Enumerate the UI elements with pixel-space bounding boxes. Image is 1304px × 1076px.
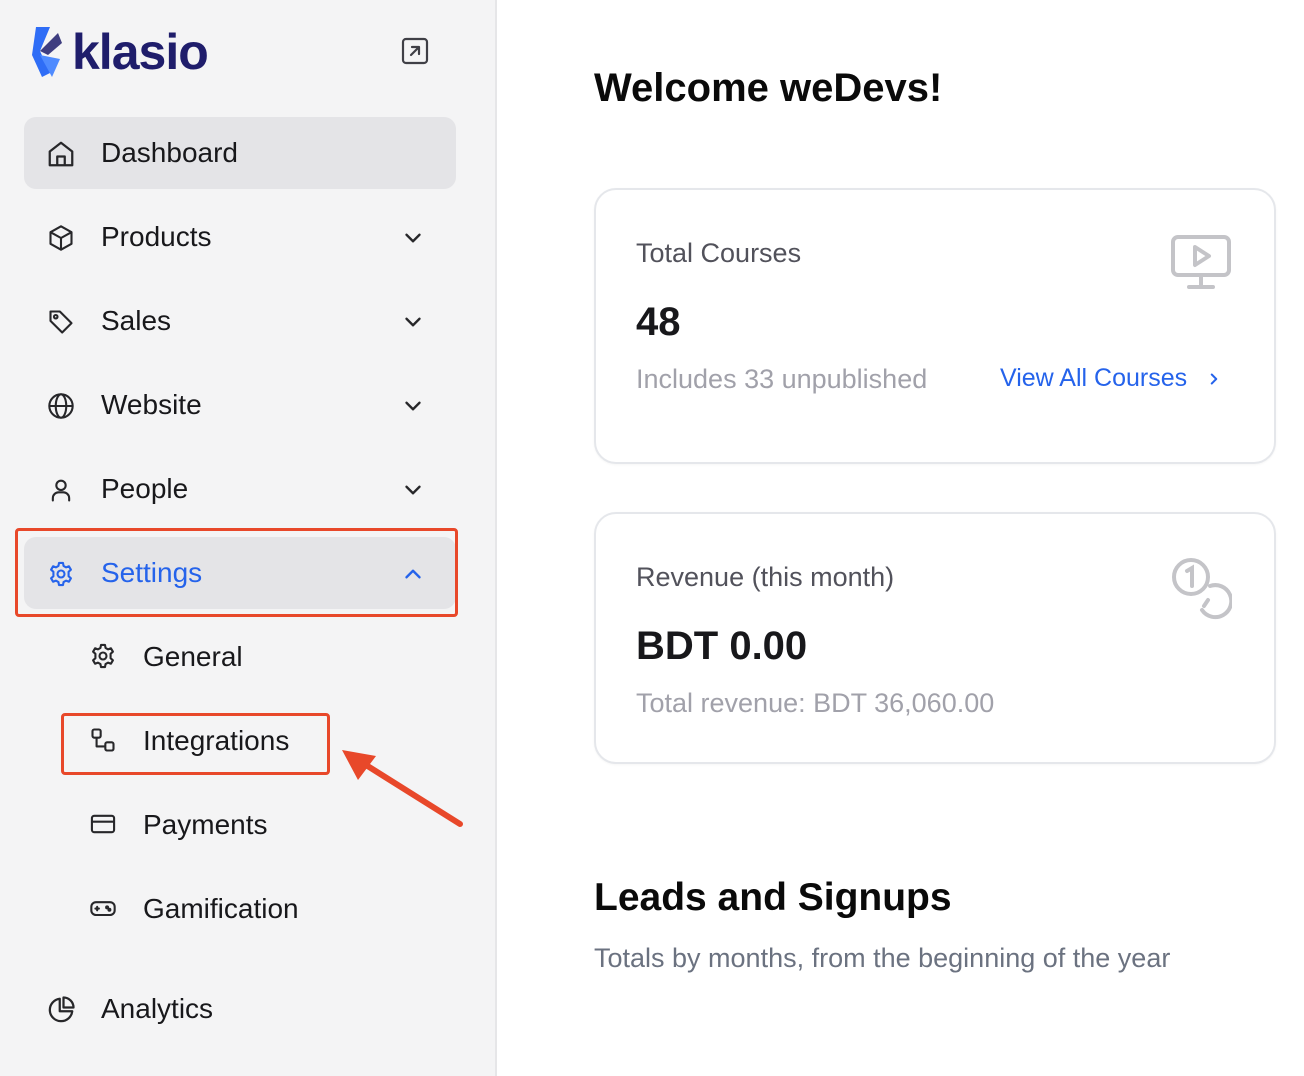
sidebar-subitem-payments[interactable]: Payments bbox=[62, 793, 330, 857]
sidebar-item-label: Products bbox=[101, 221, 212, 252]
gear-icon bbox=[46, 559, 76, 589]
sidebar-item-label: Sales bbox=[101, 305, 172, 336]
sidebar-item-settings[interactable]: Settings bbox=[24, 537, 456, 609]
sidebar-subitem-label: Payments bbox=[143, 809, 268, 840]
sidebar-item-label: Settings bbox=[101, 557, 203, 588]
sidebar-subitem-general[interactable]: General bbox=[62, 625, 330, 689]
sidebar-item-website[interactable]: Website bbox=[24, 369, 456, 441]
klasio-logo-icon bbox=[32, 27, 62, 77]
globe-icon bbox=[46, 391, 76, 421]
gear-icon bbox=[88, 641, 118, 671]
credit-card-icon bbox=[88, 809, 118, 839]
pie-chart-icon bbox=[46, 995, 76, 1025]
coins-icon bbox=[1170, 556, 1234, 625]
chevron-up-icon bbox=[400, 561, 426, 587]
tag-icon bbox=[46, 307, 76, 337]
brand-name: klasio bbox=[72, 24, 209, 80]
sidebar-item-label: People bbox=[101, 473, 189, 504]
sidebar-subitem-label: Gamification bbox=[143, 893, 299, 924]
app-window: klasio Dashboard Products Sales Website … bbox=[0, 0, 1304, 1076]
sidebar-subitem-label: General bbox=[143, 641, 243, 672]
sidebar-subitem-label: Integrations bbox=[143, 725, 290, 756]
sidebar-subitem-gamification[interactable]: Gamification bbox=[62, 877, 330, 941]
brand-logo[interactable]: klasio bbox=[30, 22, 209, 82]
monitor-play-icon bbox=[1170, 234, 1232, 297]
chevron-down-icon bbox=[400, 477, 426, 503]
total-courses-card: Total Courses 48 Includes 33 unpublished… bbox=[594, 188, 1276, 464]
integrations-icon bbox=[88, 725, 118, 755]
page-title: Welcome weDevs! bbox=[594, 66, 943, 110]
box-icon bbox=[46, 223, 76, 253]
sidebar-item-label: Website bbox=[101, 389, 202, 420]
sidebar-item-label: Dashboard bbox=[101, 137, 238, 168]
revenue-card: Revenue (this month) BDT 0.00 Total reve… bbox=[594, 512, 1276, 764]
sidebar-item-products[interactable]: Products bbox=[24, 201, 456, 273]
card-value: BDT 0.00 bbox=[636, 624, 808, 668]
card-value: 48 bbox=[636, 300, 681, 344]
sidebar-item-label: Analytics bbox=[101, 993, 214, 1024]
home-icon bbox=[46, 139, 76, 169]
card-note: Includes 33 unpublished bbox=[636, 364, 928, 394]
view-all-courses-link[interactable]: View All Courses bbox=[1000, 364, 1223, 393]
sidebar-subitem-integrations[interactable]: Integrations bbox=[62, 709, 330, 773]
sidebar-item-sales[interactable]: Sales bbox=[24, 285, 456, 357]
sidebar: klasio Dashboard Products Sales Website … bbox=[0, 0, 497, 1076]
user-icon bbox=[46, 475, 76, 505]
sidebar-item-dashboard[interactable]: Dashboard bbox=[24, 117, 456, 189]
chevron-down-icon bbox=[400, 309, 426, 335]
link-label: View All Courses bbox=[1000, 364, 1188, 392]
card-title: Total Courses bbox=[636, 238, 802, 268]
gamepad-icon bbox=[88, 893, 118, 923]
sidebar-item-people[interactable]: People bbox=[24, 453, 456, 525]
card-title: Revenue (this month) bbox=[636, 562, 895, 592]
card-note: Total revenue: BDT 36,060.00 bbox=[636, 688, 995, 718]
sidebar-item-analytics[interactable]: Analytics bbox=[24, 973, 456, 1045]
open-external-icon[interactable] bbox=[398, 34, 432, 68]
chevron-down-icon bbox=[400, 225, 426, 251]
chevron-right-icon bbox=[1210, 373, 1218, 384]
section-title: Leads and Signups bbox=[594, 876, 952, 919]
main-content: Welcome weDevs! Total Courses 48 Include… bbox=[497, 0, 1304, 1076]
chevron-down-icon bbox=[400, 393, 426, 419]
annotation-arrow-icon bbox=[342, 750, 463, 827]
section-subtitle: Totals by months, from the beginning of … bbox=[594, 943, 1171, 973]
